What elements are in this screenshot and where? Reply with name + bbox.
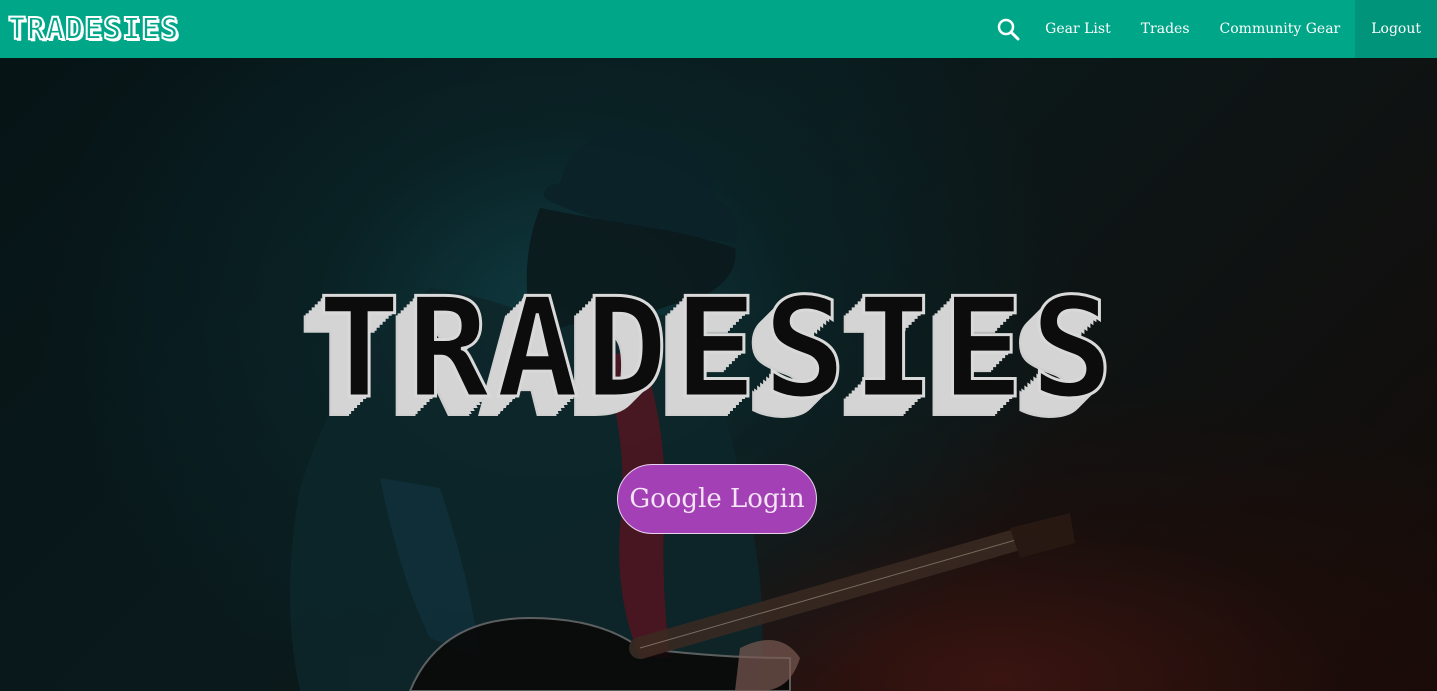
brand-logo[interactable]: TRADESIES	[7, 11, 180, 48]
top-navbar: TRADESIES Gear List Trades Community Gea…	[0, 0, 1437, 58]
nav-link-gear-list[interactable]: Gear List	[1030, 0, 1126, 58]
nav-menu: Gear List Trades Community Gear Logout	[986, 0, 1437, 58]
nav-link-community-gear[interactable]: Community Gear	[1205, 0, 1356, 58]
hero-section: TRADESIES Google Login	[0, 58, 1437, 691]
nav-link-trades[interactable]: Trades	[1126, 0, 1205, 58]
hero-title: TRADESIES	[316, 268, 1120, 429]
nav-link-logout[interactable]: Logout	[1355, 0, 1437, 58]
google-login-button[interactable]: Google Login	[617, 464, 817, 534]
search-icon[interactable]	[986, 0, 1030, 58]
